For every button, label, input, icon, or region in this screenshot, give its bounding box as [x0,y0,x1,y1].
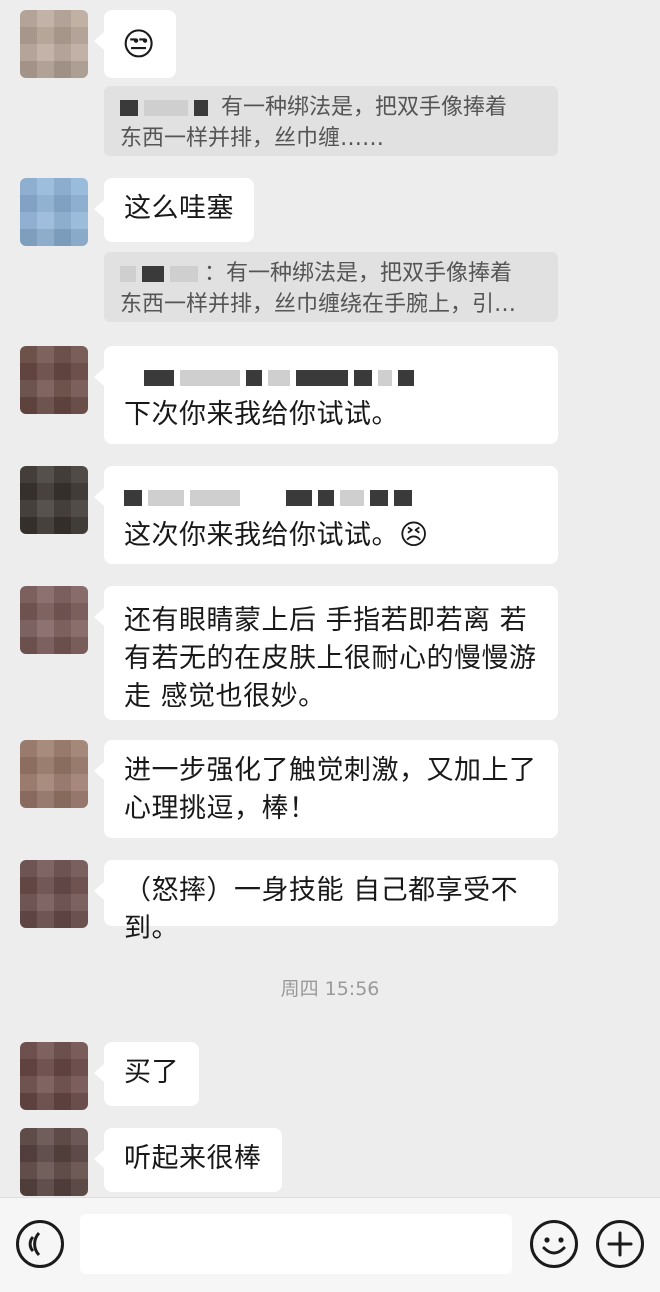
plus-icon[interactable] [596,1220,644,1268]
message-text: （怒摔）一身技能 自己都享受不到。 [124,875,519,944]
emoji-face-icon: 😣 [399,518,429,551]
message-text: 有若无的在皮肤上很耐心的慢慢游 [124,643,537,674]
message-bubble[interactable]: 这次你来我给你试试。😣 [94,466,558,564]
avatar[interactable] [20,586,88,654]
message-bubble[interactable]: 还有眼睛蒙上后 手指若即若离 若 有若无的在皮肤上很耐心的慢慢游 走 感觉也很妙… [94,586,558,720]
avatar[interactable] [20,466,88,534]
message-text: 走 感觉也很妙。 [124,681,326,712]
avatar[interactable] [20,10,88,78]
message-bubble[interactable]: 买了 [94,1042,199,1106]
emoji-icon[interactable] [530,1220,578,1268]
input-bar [0,1197,660,1292]
message-input[interactable] [80,1214,512,1274]
avatar[interactable] [20,346,88,414]
message-text: 下次你来我给你试试。 [124,399,399,430]
message-text: 进一步强化了触觉刺激，又加上了 [124,755,537,786]
message-text: 这次你来我给你试试。 [124,520,399,551]
quote-text: 有一种绑法是，把双手像捧着 [226,261,513,286]
time-divider: 周四 15:56 [280,978,380,1000]
quote-text: 东西一样并排，丝巾缠…… [120,126,385,151]
quoted-message[interactable]: ：有一种绑法是，把双手像捧着 东西一样并排，丝巾缠绕在手腕上，引… [104,252,558,322]
message-bubble[interactable]: 进一步强化了触觉刺激，又加上了 心理挑逗，棒！ [94,740,558,838]
message-bubble[interactable]: 这么哇塞 [94,178,254,242]
avatar[interactable] [20,860,88,928]
message-bubble[interactable]: 😒 [94,10,176,78]
message-text: 还有眼睛蒙上后 手指若即若离 若 [124,605,528,636]
voice-icon[interactable] [16,1220,64,1268]
avatar[interactable] [20,178,88,246]
message-bubble[interactable]: 听起来很棒 [94,1128,282,1192]
avatar[interactable] [20,1128,88,1196]
quote-text: 有一种绑法是，把双手像捧着 [221,95,508,120]
message-text: 这么哇塞 [124,193,234,224]
redacted-text [124,478,538,516]
message-bubble[interactable]: （怒摔）一身技能 自己都享受不到。 [94,860,558,944]
emoji-face-icon: 😒 [122,25,156,63]
avatar[interactable] [20,740,88,808]
message-text: 听起来很棒 [124,1143,262,1174]
quoted-message[interactable]: 有一种绑法是，把双手像捧着 东西一样并排，丝巾缠…… [104,86,558,156]
quote-text: 东西一样并排，丝巾缠绕在手腕上，引… [120,292,517,317]
message-text: 买了 [124,1057,179,1088]
message-text: 心理挑逗，棒！ [124,793,317,824]
redacted-text [124,358,538,396]
avatar[interactable] [20,1042,88,1110]
message-bubble[interactable]: 下次你来我给你试试。 [94,346,558,444]
